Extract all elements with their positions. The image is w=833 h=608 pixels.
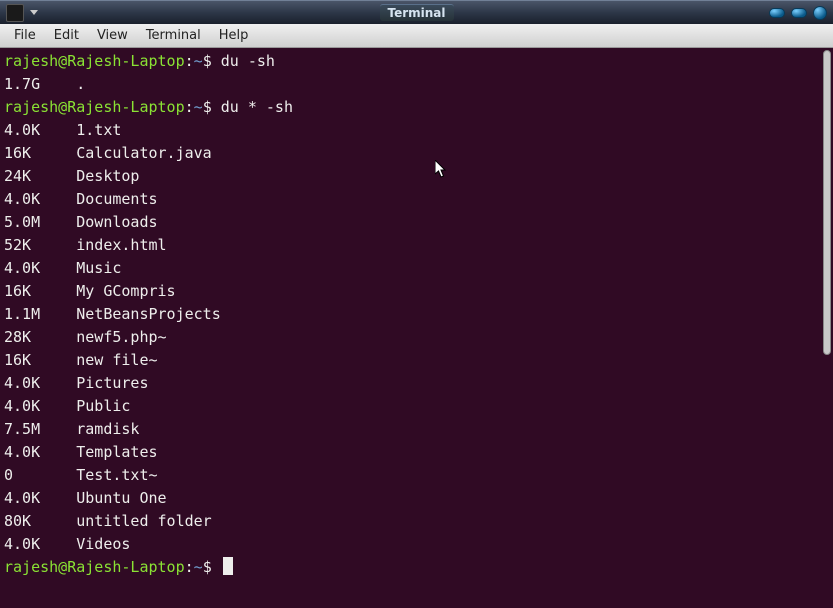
scrollbar[interactable] — [821, 50, 831, 604]
terminal-line: rajesh@Rajesh-Laptop:~$ du -sh — [4, 50, 829, 73]
du-name: newf5.php~ — [76, 328, 166, 346]
terminal-line: 4.0K Ubuntu One — [4, 487, 829, 510]
du-size: 16K — [4, 351, 76, 369]
terminal-line: 0 Test.txt~ — [4, 464, 829, 487]
du-name: Downloads — [76, 213, 157, 231]
du-name: Documents — [76, 190, 157, 208]
du-name: untitled folder — [76, 512, 211, 530]
titlebar-left — [0, 4, 38, 22]
du-size: 16K — [4, 144, 76, 162]
du-name: Templates — [76, 443, 157, 461]
du-size: 4.0K — [4, 374, 76, 392]
terminal-line: 16K Calculator.java — [4, 142, 829, 165]
terminal-line: rajesh@Rajesh-Laptop:~$ — [4, 556, 829, 579]
prompt-sep: : — [185, 98, 194, 116]
prompt-sep: : — [185, 52, 194, 70]
terminal-line: 24K Desktop — [4, 165, 829, 188]
terminal-line: 7.5M ramdisk — [4, 418, 829, 441]
menu-view[interactable]: View — [89, 26, 136, 45]
du-name: index.html — [76, 236, 166, 254]
du-size: 4.0K — [4, 443, 76, 461]
terminal-line: 4.0K Pictures — [4, 372, 829, 395]
du-size: 1.7G — [4, 75, 76, 93]
terminal-window: Terminal File Edit View Terminal Help ra… — [0, 0, 833, 608]
terminal-line: 4.0K Public — [4, 395, 829, 418]
prompt-path: ~ — [194, 52, 203, 70]
du-size: 1.1M — [4, 305, 76, 323]
window-title: Terminal — [379, 4, 453, 21]
prompt-user-host: rajesh@Rajesh-Laptop — [4, 98, 185, 116]
du-size: 5.0M — [4, 213, 76, 231]
terminal-line: 52K index.html — [4, 234, 829, 257]
du-size: 4.0K — [4, 190, 76, 208]
du-name: My GCompris — [76, 282, 175, 300]
close-button[interactable] — [813, 6, 827, 20]
du-size: 0 — [4, 466, 76, 484]
du-name: Ubuntu One — [76, 489, 166, 507]
prompt-dollar: $ — [203, 52, 221, 70]
du-name: Music — [76, 259, 121, 277]
prompt-path: ~ — [194, 558, 203, 576]
prompt-user-host: rajesh@Rajesh-Laptop — [4, 52, 185, 70]
prompt-path: ~ — [194, 98, 203, 116]
scrollbar-track[interactable] — [821, 50, 831, 604]
du-name: NetBeansProjects — [76, 305, 221, 323]
menubar: File Edit View Terminal Help — [0, 24, 833, 48]
du-size: 4.0K — [4, 489, 76, 507]
menu-file[interactable]: File — [6, 26, 44, 45]
du-name: Public — [76, 397, 130, 415]
window-icon[interactable] — [6, 4, 24, 22]
command-text: du -sh — [221, 52, 275, 70]
du-name: ramdisk — [76, 420, 139, 438]
du-name: Calculator.java — [76, 144, 211, 162]
terminal-line: 4.0K Videos — [4, 533, 829, 556]
du-name: Videos — [76, 535, 130, 553]
window-controls — [769, 6, 827, 20]
du-size: 4.0K — [4, 259, 76, 277]
menu-help[interactable]: Help — [211, 26, 257, 45]
terminal-line: 5.0M Downloads — [4, 211, 829, 234]
scrollbar-thumb[interactable] — [823, 50, 831, 355]
terminal-line: 4.0K Templates — [4, 441, 829, 464]
du-size: 4.0K — [4, 397, 76, 415]
terminal-line: 16K My GCompris — [4, 280, 829, 303]
du-name: new file~ — [76, 351, 157, 369]
du-name: 1.txt — [76, 121, 121, 139]
terminal-line: 1.1M NetBeansProjects — [4, 303, 829, 326]
titlebar[interactable]: Terminal — [0, 0, 833, 24]
window-menu-dropdown-icon[interactable] — [30, 10, 38, 15]
du-size: 24K — [4, 167, 76, 185]
terminal-line: rajesh@Rajesh-Laptop:~$ du * -sh — [4, 96, 829, 119]
du-size: 16K — [4, 282, 76, 300]
terminal-line: 1.7G . — [4, 73, 829, 96]
du-name: Desktop — [76, 167, 139, 185]
prompt-dollar: $ — [203, 558, 221, 576]
terminal-content[interactable]: rajesh@Rajesh-Laptop:~$ du -sh1.7G .raje… — [0, 48, 833, 608]
du-size: 7.5M — [4, 420, 76, 438]
du-size: 52K — [4, 236, 76, 254]
command-text: du * -sh — [221, 98, 293, 116]
prompt-sep: : — [185, 558, 194, 576]
terminal-line: 4.0K Documents — [4, 188, 829, 211]
du-name: Pictures — [76, 374, 148, 392]
prompt-dollar: $ — [203, 98, 221, 116]
du-size: 80K — [4, 512, 76, 530]
terminal-line: 80K untitled folder — [4, 510, 829, 533]
du-size: 28K — [4, 328, 76, 346]
du-name: Test.txt~ — [76, 466, 157, 484]
terminal-line: 4.0K 1.txt — [4, 119, 829, 142]
minimize-button[interactable] — [769, 8, 785, 18]
du-name: . — [76, 75, 85, 93]
maximize-button[interactable] — [791, 8, 807, 18]
du-size: 4.0K — [4, 535, 76, 553]
terminal-line: 16K new file~ — [4, 349, 829, 372]
terminal-line: 4.0K Music — [4, 257, 829, 280]
terminal-line: 28K newf5.php~ — [4, 326, 829, 349]
prompt-user-host: rajesh@Rajesh-Laptop — [4, 558, 185, 576]
du-size: 4.0K — [4, 121, 76, 139]
menu-terminal[interactable]: Terminal — [138, 26, 209, 45]
menu-edit[interactable]: Edit — [46, 26, 87, 45]
terminal-cursor — [223, 557, 233, 575]
